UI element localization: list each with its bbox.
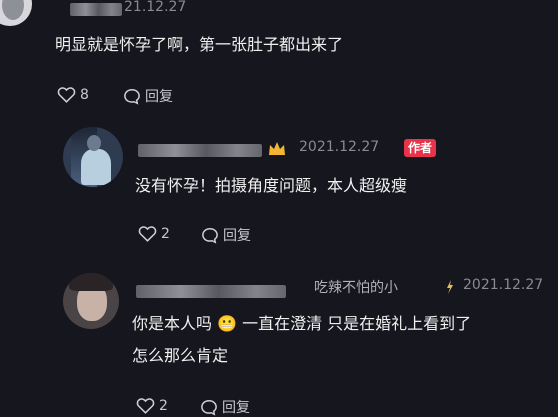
comment-date: 2021.12.27 [463, 277, 544, 293]
comment-text-line-1: 你是本人吗 😬 一直在澄清 只是在婚礼上看到了 [132, 314, 472, 333]
username[interactable]: 吃辣不怕的小 [314, 277, 398, 297]
reply-bubble-icon [124, 88, 140, 105]
reply-button[interactable]: 回复 [201, 225, 251, 245]
comment-text: 没有怀孕！拍摄角度问题，本人超级瘦 [135, 176, 408, 195]
username-blurred[interactable] [70, 3, 122, 16]
comment-text-line-2: 怎么那么肯定 [132, 346, 229, 365]
reply-bubble-icon [201, 399, 217, 416]
reply-button[interactable]: 回复 [123, 86, 173, 106]
heart-icon [136, 398, 155, 414]
like-button[interactable]: 2 [136, 397, 168, 414]
like-count: 8 [80, 86, 89, 103]
reply-label: 回复 [222, 400, 250, 416]
avatar[interactable] [63, 127, 123, 187]
crown-icon [267, 139, 287, 161]
comment-date: 21.12.27 [124, 0, 187, 15]
avatar[interactable] [0, 0, 32, 26]
reply-button[interactable]: 回复 [200, 397, 250, 417]
reply-label: 回复 [223, 228, 251, 244]
like-button[interactable]: 8 [57, 86, 89, 103]
like-count: 2 [161, 225, 170, 242]
sparkle-icon [445, 279, 455, 299]
comment-text: 明显就是怀孕了啊，第一张肚子都出来了 [55, 35, 344, 54]
heart-icon [138, 226, 157, 242]
heart-icon [57, 87, 76, 103]
comment-date: 2021.12.27 [299, 139, 380, 155]
avatar[interactable] [63, 273, 119, 329]
reply-label: 回复 [145, 89, 173, 105]
author-badge: 作者 [404, 139, 437, 157]
like-button[interactable]: 2 [138, 225, 170, 242]
like-count: 2 [159, 397, 168, 414]
username-blurred[interactable] [138, 144, 262, 157]
username-blurred[interactable] [136, 285, 286, 298]
reply-bubble-icon [202, 227, 218, 244]
